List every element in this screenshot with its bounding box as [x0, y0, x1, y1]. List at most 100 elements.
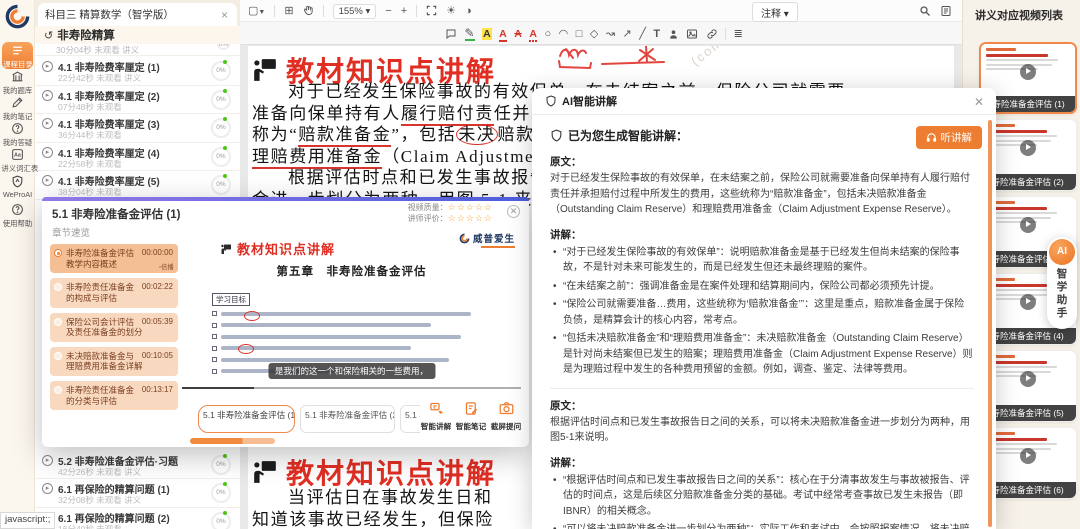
objectives-label: 学习目标 — [212, 293, 250, 306]
fit-page-icon[interactable] — [426, 5, 437, 16]
chapter-label: 非寿险责任准备金的构成与评估 — [66, 282, 134, 303]
star-rating[interactable]: ☆☆☆☆☆ — [448, 213, 493, 223]
highlight-text-icon[interactable]: A — [482, 27, 492, 40]
rail-item-question-bank[interactable]: 我的题库 — [0, 70, 35, 96]
headset-icon — [926, 132, 937, 143]
play-icon[interactable] — [1020, 217, 1036, 233]
rectangle-icon[interactable]: □ — [576, 27, 583, 40]
rail-item-glossary[interactable]: Aa讲义词汇表 — [0, 148, 35, 174]
arc-icon[interactable]: ◠ — [559, 27, 569, 40]
listen-explain-button[interactable]: 听讲解 — [916, 126, 983, 149]
chapter-radio — [54, 386, 62, 394]
video-stage[interactable]: 威普爱生 教材知识点讲解 第五章 非寿险准备金评估 学习目标 是我们的这一个和保… — [182, 223, 521, 401]
chapter-chip[interactable]: 00:00:00非寿险准备金评估教学内容概述▫倍播 — [50, 244, 178, 273]
dark-mode-icon[interactable]: ◑ — [465, 6, 472, 17]
ai-divider — [550, 388, 974, 389]
lesson-item-partial[interactable]: 30分04秒 未观看 讲义 0% — [35, 44, 240, 56]
objective-line — [212, 334, 461, 339]
play-circle-icon: ▸ — [42, 118, 53, 129]
zoom-out-icon[interactable]: − — [385, 6, 391, 17]
polygon-icon[interactable]: ◇ — [590, 27, 598, 40]
chapter-chip[interactable]: 00:13:17非寿险责任准备金的分类与评估 — [50, 381, 178, 410]
arrow-icon[interactable]: ↗ — [623, 27, 632, 40]
zoom-in-icon[interactable]: + — [401, 6, 407, 17]
chapter-chip[interactable]: 00:05:39保险公司会计评估及责任准备金的划分 — [50, 313, 178, 342]
page-menu-icon[interactable]: ▢▼ — [248, 6, 265, 17]
smart-assistant-button[interactable]: AI 智学助手 — [1047, 237, 1077, 329]
lesson-item[interactable]: ▸4.1 非寿险费率厘定 (4)22分58秒 未观看0% — [35, 143, 240, 172]
lesson-progress-ring: 0% — [211, 512, 231, 529]
ai-close-icon[interactable]: ✕ — [974, 95, 984, 109]
comment-icon[interactable] — [445, 27, 457, 40]
text-icon[interactable]: T — [653, 27, 660, 40]
search-icon[interactable] — [919, 5, 931, 17]
outline-panel-icon[interactable] — [940, 5, 952, 17]
rail-item-help[interactable]: 使用帮助 — [0, 203, 35, 229]
chapter-quick-list: 章节速览 00:00:00非寿险准备金评估教学内容概述▫倍播 00:02:22非寿… — [50, 223, 178, 439]
chapter-chip[interactable]: 00:10:05未决赔款准备金与理赔费用准备金详解 — [50, 347, 178, 376]
ai-source-text: 根据评估时间点和已发生事故报告日之间的关系，可以将未决赔款准备金进一步划分为两种… — [550, 415, 974, 446]
shape-list-icon[interactable]: ≣ — [734, 27, 743, 40]
action-screenshot-ask[interactable]: 截屏提问 — [490, 401, 522, 441]
rail-item-my-notes[interactable]: 我的笔记 — [0, 96, 35, 122]
ai-section-label: 讲解： — [550, 455, 974, 470]
zoom-level-select[interactable]: 155% ▾ — [333, 4, 377, 19]
star-rating[interactable]: ☆☆☆☆☆ — [448, 202, 493, 212]
ellipse-icon[interactable]: ○ — [544, 27, 551, 40]
hand-tool-icon[interactable] — [303, 5, 314, 16]
image-icon[interactable] — [686, 27, 698, 40]
lesson-item[interactable]: ▸4.1 非寿险费率厘定 (3)36分44秒 未观看0% — [35, 114, 240, 143]
lesson-item[interactable]: ▸4.1 非寿险费率厘定 (1)22分42秒 未观看 讲义0% — [35, 57, 240, 86]
objective-line — [212, 357, 449, 362]
rail-item-course-catalog[interactable]: 课程目录 — [2, 42, 33, 69]
chapter-radio — [54, 352, 62, 360]
action-label: 智能笔记 — [456, 421, 486, 431]
rail-item-label: 我的题库 — [1, 85, 33, 95]
lesson-item[interactable]: ▸5.2 非寿险准备金评估·习题42分26秒 未观看 讲义0% — [35, 451, 240, 480]
play-icon[interactable] — [1020, 371, 1036, 387]
play-icon[interactable] — [1020, 448, 1036, 464]
pen-icon[interactable]: ✎ — [465, 27, 475, 41]
chapter-time: 00:00:00 — [142, 248, 173, 258]
ai-scrollbar[interactable] — [988, 120, 992, 527]
action-ai-explain[interactable]: 智能讲解 — [420, 401, 452, 441]
watermark: (com) — [688, 46, 731, 69]
video-progress-played — [182, 387, 254, 390]
action-ai-note[interactable]: 智能笔记 — [455, 401, 487, 441]
underline-text-icon[interactable]: A — [499, 27, 507, 40]
polyline-icon[interactable]: ↝ — [606, 27, 615, 40]
link-icon[interactable] — [706, 27, 718, 40]
video-part-card[interactable]: 5.1 非寿险准备金评估 (1) — [198, 405, 295, 433]
rating-block: 视频质量：☆☆☆☆☆讲师评价：☆☆☆☆☆ — [408, 202, 493, 224]
course-tab[interactable]: 科目三 精算数学（智学版） × — [38, 3, 237, 26]
assistant-label: 智学助手 — [1047, 268, 1077, 320]
lesson-meta: 22分58秒 未观看 — [58, 158, 122, 170]
tab-close-icon[interactable]: × — [219, 8, 230, 22]
strikethrough-text-icon[interactable]: A — [514, 27, 522, 40]
rail-item-my-qa[interactable]: 我的答疑 — [0, 122, 35, 148]
thumbnail-grid-icon[interactable]: ⊞ — [284, 6, 293, 17]
lesson-item[interactable]: ▸6.1 再保险的精算问题 (2)16分40秒 未观看0% — [35, 508, 240, 529]
stamp-icon[interactable] — [668, 27, 679, 39]
brightness-icon[interactable]: ☀ — [446, 6, 456, 17]
lesson-item[interactable]: ▸4.1 非寿险费率厘定 (5)38分04秒 未观看0% — [35, 171, 240, 200]
tab-strip: 科目三 精算数学（智学版） × — [35, 0, 240, 26]
chapter-list-heading: 章节速览 — [52, 225, 178, 239]
lesson-meta: 30分04秒 未观看 讲义 — [56, 44, 139, 56]
play-icon[interactable] — [1020, 140, 1036, 156]
section-header[interactable]: ↺ 非寿险精算 — [35, 26, 240, 44]
popup-close-icon[interactable]: ✕ — [507, 205, 520, 218]
rail-item-wepro-ai[interactable]: WeProAI — [0, 175, 35, 199]
line-icon[interactable]: ╱ — [639, 27, 646, 40]
play-icon[interactable] — [1020, 294, 1036, 310]
my-qa-icon — [0, 122, 35, 137]
annotate-menu-button[interactable]: 注释 ▾ — [752, 2, 798, 22]
left-rail: 课程目录我的题库我的笔记我的答疑Aa讲义词汇表WeProAI 使用帮助 — [0, 0, 35, 529]
back-icon[interactable]: ↺ — [44, 29, 53, 42]
lesson-item[interactable]: ▸4.1 非寿险费率厘定 (2)07分48秒 未观看0% — [35, 86, 240, 115]
squiggly-text-icon[interactable]: A — [529, 27, 537, 40]
play-icon[interactable] — [1020, 64, 1036, 80]
video-part-card[interactable]: 5.1 非寿险准备金评估 (2) — [300, 405, 395, 433]
lesson-item[interactable]: ▸6.1 再保险的精算问题 (1)32分08秒 未观看 讲义0% — [35, 479, 240, 508]
chapter-chip[interactable]: 00:02:22非寿险责任准备金的构成与评估 — [50, 278, 178, 307]
